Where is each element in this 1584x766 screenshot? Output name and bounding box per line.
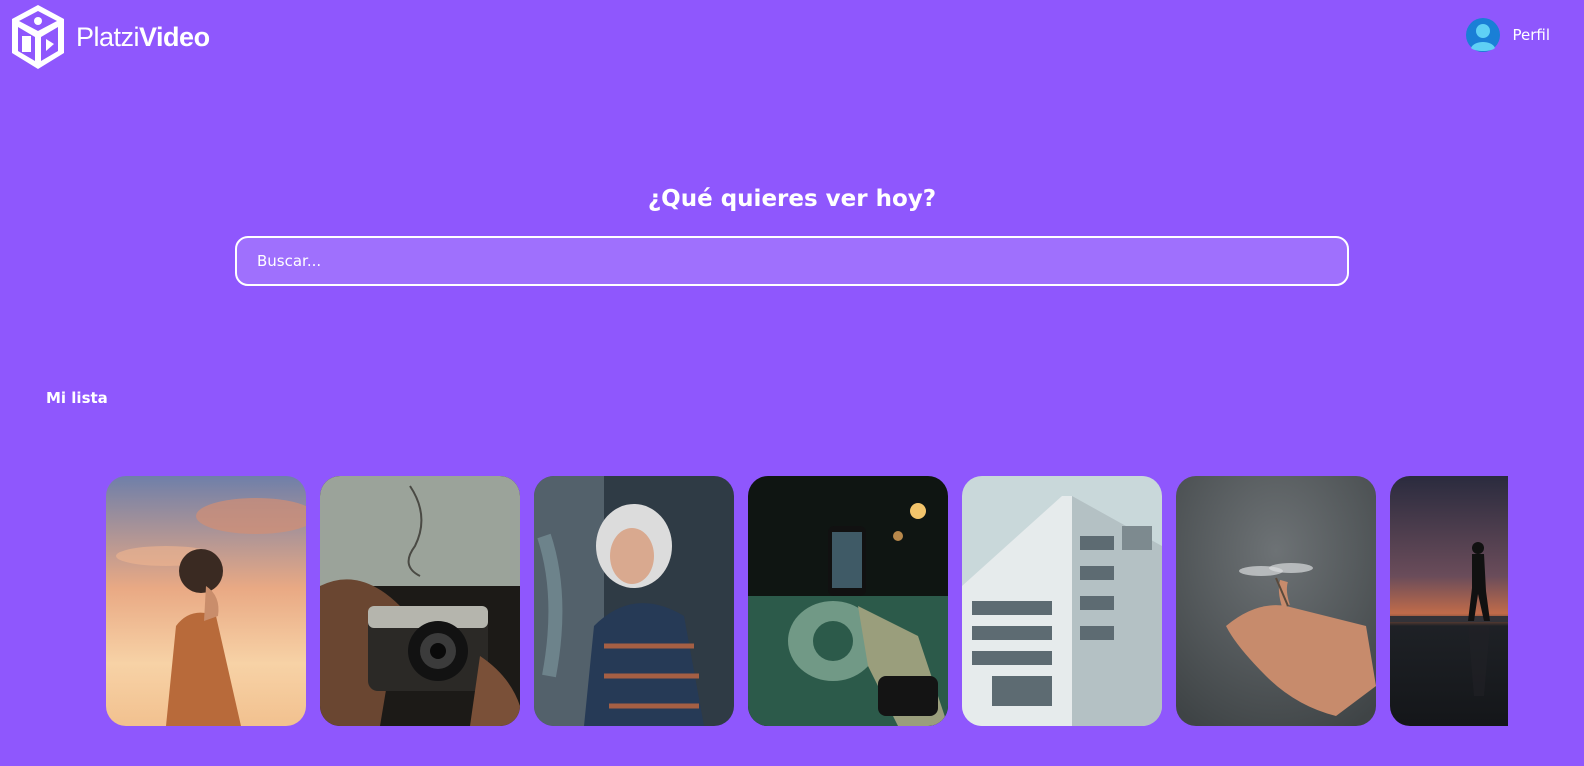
platzi-video-logo[interactable]: PlatziVideo — [10, 2, 210, 72]
phone-recording-night-image — [748, 476, 948, 726]
logo-name-light: Platzi — [76, 21, 140, 52]
mi-lista-carousel[interactable] — [106, 476, 1508, 726]
carousel-item[interactable] — [106, 476, 306, 726]
carousel-item[interactable] — [1176, 476, 1376, 726]
profile-menu[interactable]: Perfil — [1466, 18, 1550, 52]
silver-haired-woman-portrait-image — [534, 476, 734, 726]
user-avatar-icon — [1466, 18, 1501, 52]
carousel-track — [106, 476, 1508, 726]
hands-holding-camera-image — [320, 476, 520, 726]
section-title-mi-lista: Mi lista — [46, 389, 108, 407]
carousel-item[interactable] — [748, 476, 948, 726]
hero-title: ¿Qué quieres ver hoy? — [647, 186, 937, 212]
profile-label: Perfil — [1512, 26, 1550, 44]
carousel-item[interactable] — [534, 476, 734, 726]
hand-with-dragonfly-image — [1176, 476, 1376, 726]
logo-name-bold: Video — [139, 21, 210, 52]
logo-wordmark: PlatziVideo — [76, 22, 210, 53]
carousel-item[interactable] — [320, 476, 520, 726]
search-input[interactable] — [235, 236, 1349, 286]
white-building-facade-image — [962, 476, 1162, 726]
cube-logo-icon — [12, 5, 64, 69]
silhouette-sea-sunset-image — [1390, 476, 1508, 726]
top-header: PlatziVideo Perfil — [0, 0, 1584, 76]
carousel-item[interactable] — [1390, 476, 1508, 726]
carousel-item[interactable] — [962, 476, 1162, 726]
woman-sunset-sky-image — [106, 476, 306, 726]
